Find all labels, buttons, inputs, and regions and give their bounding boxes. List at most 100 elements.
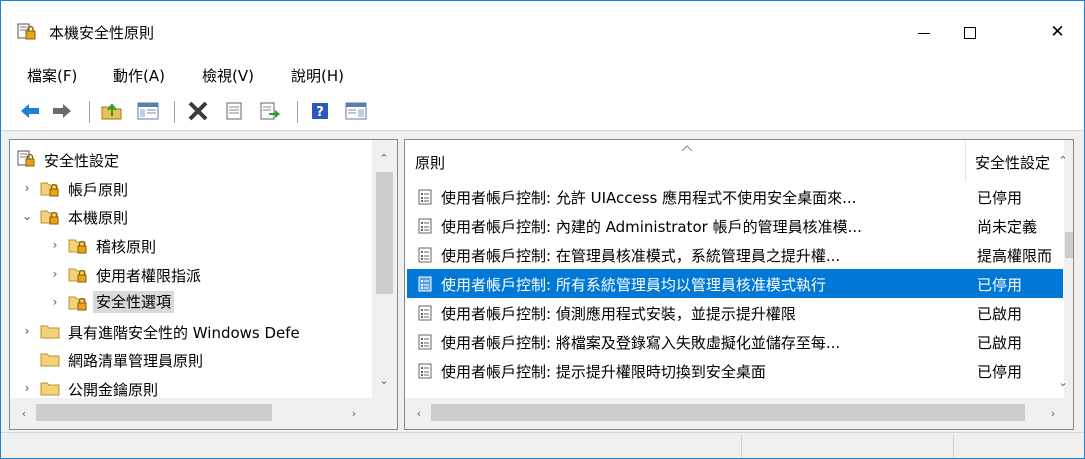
help-button[interactable]: ? [308, 99, 332, 123]
menu-file[interactable]: 檔案(F) [27, 65, 77, 86]
column-header-policy[interactable]: 原則 [415, 152, 445, 172]
close-button[interactable]: ✕ [1031, 1, 1084, 51]
scroll-up-icon[interactable]: ⌃ [376, 150, 392, 166]
delete-button[interactable] [186, 99, 210, 123]
forward-button[interactable] [50, 99, 74, 123]
scroll-down-icon[interactable]: ⌄ [376, 372, 392, 388]
tree-item[interactable]: › 帳戶原則 [10, 174, 370, 202]
expand-chevron-icon[interactable]: › [48, 295, 62, 309]
toolbar-separator [174, 101, 175, 123]
column-header-security-setting[interactable]: 安全性設定 [975, 152, 1050, 172]
maximize-button[interactable] [947, 1, 993, 51]
up-one-level-button[interactable] [100, 99, 124, 123]
tree-horizontal-scrollbar[interactable]: ‹ › [10, 398, 397, 429]
scroll-right-icon[interactable]: › [1045, 405, 1061, 421]
policy-row[interactable]: 使用者帳戶控制: 在管理員核准模式，系統管理員之提升權... 提高權限而 [407, 240, 1063, 269]
policy-setting-icon [418, 334, 432, 350]
scrollbar-thumb[interactable] [431, 404, 1025, 421]
scroll-left-icon[interactable]: ‹ [411, 405, 427, 421]
menu-help[interactable]: 說明(H) [291, 65, 344, 86]
scrollbar-thumb[interactable] [36, 404, 272, 421]
tree-item[interactable]: ⌄ 本機原則 [10, 202, 370, 230]
expand-chevron-icon[interactable]: › [20, 181, 34, 195]
show-hide-console-tree-button[interactable] [136, 99, 160, 123]
policy-row[interactable]: 使用者帳戶控制: 提示提升權限時切換到安全桌面 已停用 [407, 356, 1063, 385]
tree-item[interactable]: › 具有進階安全性的 Windows Defe [10, 317, 370, 345]
scrollbar-thumb[interactable] [376, 172, 393, 294]
tree-item-label: 使用者權限指派 [96, 267, 202, 285]
policy-setting-value: 已停用 [977, 189, 1023, 207]
collapse-chevron-icon[interactable]: ⌄ [20, 209, 34, 223]
policy-setting-value: 已停用 [977, 363, 1023, 381]
policy-setting-icon [418, 218, 432, 234]
tree-vertical-scrollbar[interactable]: ⌃ ⌄ [372, 140, 397, 398]
scroll-down-icon[interactable]: ⌄ [1055, 374, 1071, 390]
maximize-icon [964, 27, 976, 39]
folder-icon [40, 325, 60, 339]
properties-icon [226, 102, 242, 120]
tree-item[interactable]: 安全性設定 [10, 145, 370, 173]
show-hide-tree-icon [137, 102, 159, 120]
export-list-button[interactable] [258, 99, 282, 123]
menu-bar: 檔案(F) 動作(A) 檢視(V) 說明(H) [1, 51, 1084, 89]
tree-item-label: 安全性選項 [93, 291, 175, 313]
scrollbar-thumb[interactable] [1065, 232, 1073, 258]
list-vertical-scrollbar[interactable] [1064, 140, 1073, 398]
tree-item[interactable]: › 使用者權限指派 [10, 260, 370, 288]
policy-row[interactable]: 使用者帳戶控制: 內建的 Administrator 帳戶的管理員核准模... 尚… [407, 211, 1063, 240]
scroll-right-icon[interactable]: › [346, 405, 362, 421]
policy-setting-icon [418, 189, 432, 205]
delete-icon [188, 101, 208, 121]
policy-name: 使用者帳戶控制: 內建的 Administrator 帳戶的管理員核准模... [441, 218, 862, 236]
tree-item-label: 安全性設定 [44, 152, 120, 170]
policy-setting-icon [418, 305, 432, 321]
policy-setting-icon [418, 363, 432, 379]
tree-item[interactable]: › 安全性選項 [10, 288, 370, 316]
folder-lock-icon [68, 239, 87, 254]
expand-chevron-icon[interactable]: › [20, 324, 34, 338]
minimize-button[interactable] [901, 1, 947, 51]
expand-chevron-icon[interactable]: › [48, 267, 62, 281]
policy-row[interactable]: 使用者帳戶控制: 允許 UIAccess 應用程式不使用安全桌面來... 已停用 [407, 182, 1063, 211]
tree-item-label: 本機原則 [68, 209, 129, 227]
policy-setting-value: 已停用 [977, 276, 1023, 294]
folder-lock-icon [40, 182, 59, 197]
tree-item[interactable]: 網路清單管理員原則 [10, 345, 370, 373]
policy-name: 使用者帳戶控制: 所有系統管理員均以管理員核准模式執行 [441, 276, 826, 294]
status-bar [1, 432, 1084, 458]
security-settings-icon [17, 150, 35, 167]
window-title: 本機安全性原則 [49, 24, 155, 42]
back-button[interactable] [18, 99, 42, 123]
tree-item-label: 網路清單管理員原則 [68, 352, 204, 370]
column-divider[interactable] [965, 140, 966, 182]
scroll-left-icon[interactable]: ‹ [16, 405, 32, 421]
menu-view[interactable]: 檢視(V) [202, 65, 254, 86]
toolbar-separator [297, 101, 298, 123]
policy-row[interactable]: 使用者帳戶控制: 將檔案及登錄寫入失敗虛擬化並儲存至每... 已啟用 [407, 327, 1063, 356]
folder-lock-icon [40, 210, 59, 225]
folder-icon [40, 382, 60, 396]
scroll-up-icon[interactable]: ⌃ [1055, 152, 1071, 168]
back-arrow-icon [21, 104, 39, 118]
policy-setting-value: 提高權限而 [977, 247, 1053, 265]
tree-item-label: 公開金鑰原則 [68, 381, 159, 399]
expand-chevron-icon[interactable]: › [20, 381, 34, 395]
tree-item[interactable]: › 稽核原則 [10, 231, 370, 259]
title-bar[interactable]: 本機安全性原則 ✕ [1, 1, 1084, 51]
tree-item-label: 具有進階安全性的 Windows Defe [68, 324, 300, 342]
policy-name: 使用者帳戶控制: 偵測應用程式安裝，並提示提升權限 [441, 305, 796, 323]
minimize-icon [918, 32, 930, 34]
export-list-icon [260, 102, 280, 120]
policy-row[interactable]: 使用者帳戶控制: 所有系統管理員均以管理員核准模式執行 已停用 [407, 269, 1063, 298]
folder-icon [40, 353, 60, 367]
show-hide-action-pane-button[interactable] [344, 99, 368, 123]
security-policy-app-icon [17, 23, 36, 40]
toolbar-separator [89, 101, 90, 123]
menu-action[interactable]: 動作(A) [113, 65, 165, 86]
list-horizontal-scrollbar[interactable]: ‹ › [405, 398, 1073, 429]
properties-button[interactable] [222, 99, 246, 123]
forward-arrow-icon [53, 104, 71, 118]
tree-item-label: 稽核原則 [96, 238, 157, 256]
expand-chevron-icon[interactable]: › [48, 238, 62, 252]
policy-row[interactable]: 使用者帳戶控制: 偵測應用程式安裝，並提示提升權限 已啟用 [407, 298, 1063, 327]
